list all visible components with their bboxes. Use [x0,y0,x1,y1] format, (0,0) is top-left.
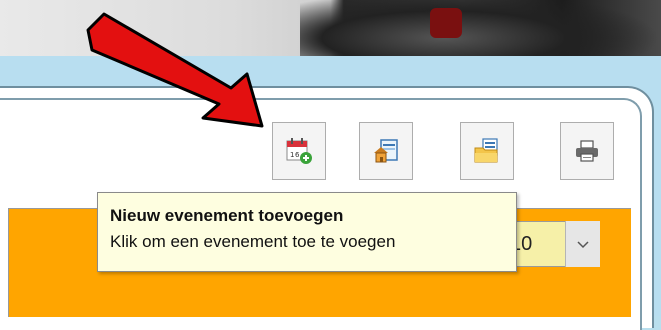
printer-icon [574,138,600,164]
header-banner-image [0,0,661,56]
chevron-down-icon [576,235,590,254]
svg-text:1: 1 [290,151,294,159]
tooltip-title: Nieuw evenement toevoegen [110,206,344,225]
home-page-button[interactable] [359,122,413,180]
house-page-icon [372,137,400,165]
svg-text:6: 6 [295,151,300,159]
print-button[interactable] [560,122,614,180]
select-dropdown-button[interactable] [565,221,600,267]
banner-photo-detail [430,8,462,38]
tooltip: Nieuw evenement toevoegen Klik om een ev… [97,192,517,272]
calendar-add-icon: 1 6 [285,137,313,165]
tooltip-description: Klik om een evenement toe te voegen [110,232,396,251]
folder-documents-icon [473,137,501,165]
banner-photo [300,0,660,56]
folder-button[interactable] [460,122,514,180]
new-event-button[interactable]: 1 6 [272,122,326,180]
